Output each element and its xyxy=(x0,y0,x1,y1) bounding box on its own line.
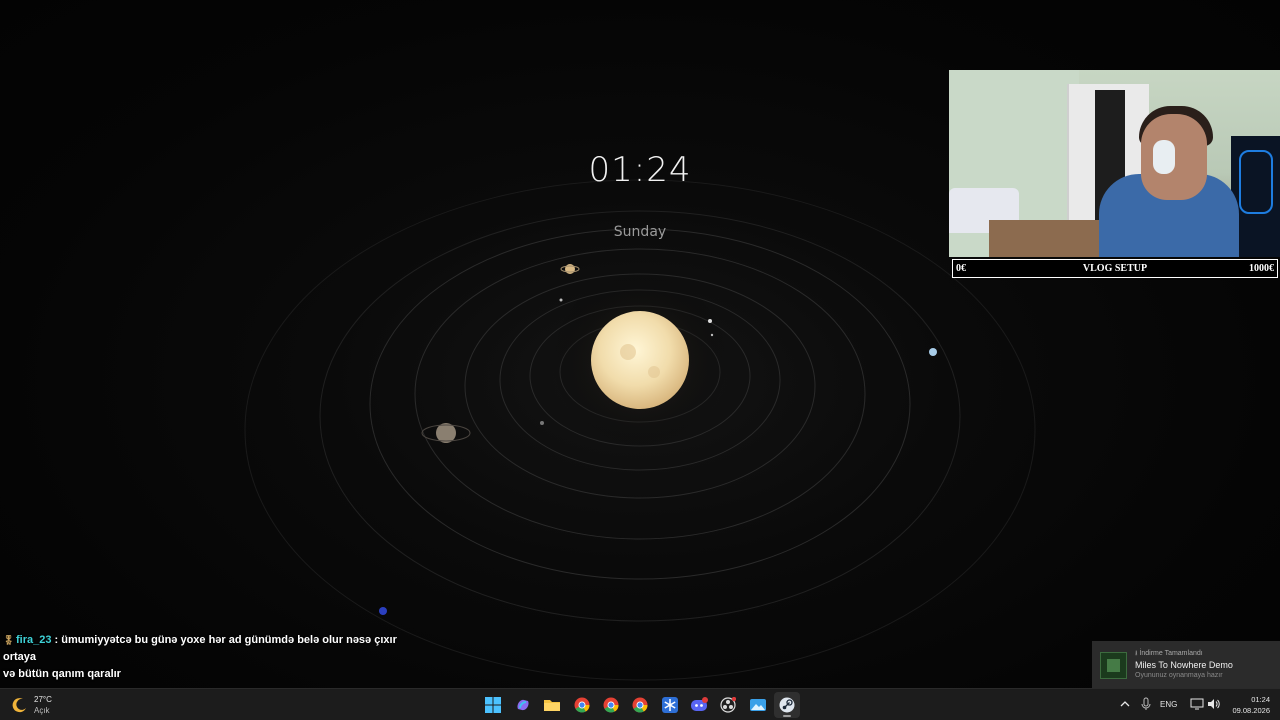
webcam-feed xyxy=(949,70,1280,257)
chrome-icon xyxy=(632,697,648,713)
sun-spot xyxy=(648,366,660,378)
weather-temp: 27°C xyxy=(34,695,52,704)
chat-badge-icon: 🎖 xyxy=(3,635,15,645)
volume-icon[interactable] xyxy=(1207,697,1221,711)
planet-small xyxy=(559,298,563,302)
chrome-icon xyxy=(603,697,619,713)
copilot-icon xyxy=(517,699,529,711)
system-clock[interactable]: 01:24 09.08.2026 xyxy=(1226,694,1270,716)
sun xyxy=(591,311,689,409)
planet-moon xyxy=(708,319,712,323)
game-thumbnail xyxy=(1100,652,1127,679)
chat-username: fira_23 xyxy=(16,634,52,646)
planet-ringed xyxy=(436,423,456,443)
system-time: 01:24 xyxy=(1251,695,1270,704)
chrome-button-1[interactable] xyxy=(569,692,595,718)
steam-icon xyxy=(779,697,795,713)
moon-icon xyxy=(12,698,26,713)
active-indicator xyxy=(783,715,791,717)
webcam-desk xyxy=(989,220,1109,257)
file-explorer-icon xyxy=(544,700,560,711)
notification-title: Miles To Nowhere Demo xyxy=(1135,660,1233,670)
chrome-icon xyxy=(574,697,590,713)
photos-icon xyxy=(750,699,766,711)
discord-icon xyxy=(691,697,708,711)
chat-overlay: 🎖 fira_23 : ümumiyyətcə bu günə yoxe hər … xyxy=(3,632,423,683)
desktop-wallpaper: 01:24 Sunday 0€ VLOG SETUP 1000€ 🎖 fira_2… xyxy=(0,0,1280,688)
clock-day: Sunday xyxy=(613,224,667,240)
snowflake-app-icon xyxy=(662,697,678,713)
notification-header: ⭳ İndirme Tamamlandı xyxy=(1135,650,1203,657)
goal-title: VLOG SETUP xyxy=(1082,263,1148,274)
sun-spot xyxy=(620,344,636,360)
discord-button[interactable] xyxy=(686,692,712,718)
chrome-button-3[interactable] xyxy=(627,692,653,718)
windows-start-icon xyxy=(485,697,501,713)
clock-time: 01:24 xyxy=(588,150,692,190)
chat-text-line2: və bütün qanım qaralır xyxy=(3,668,121,680)
chat-message: 🎖 fira_23 : ümumiyyətcə bu günə yoxe hər … xyxy=(3,632,423,666)
chrome-button-2[interactable] xyxy=(598,692,624,718)
language-indicator[interactable]: ENG xyxy=(1160,700,1177,709)
goal-target-label: 1000€ xyxy=(1249,263,1274,274)
microphone-icon[interactable] xyxy=(1140,697,1152,711)
planet-uranus xyxy=(929,348,937,356)
planet-mercury xyxy=(540,421,544,425)
chat-text-line1: ümumiyyətcə bu günə yoxe hər ad günümdə … xyxy=(3,634,397,663)
download-notification[interactable]: ⭳ İndirme Tamamlandı Miles To Nowhere De… xyxy=(1092,641,1280,688)
taskbar: 27°C Açık ENG 01:24 09.08.2026 xyxy=(0,688,1280,720)
vlog-setup-goal-bar: 0€ VLOG SETUP 1000€ xyxy=(952,259,1278,278)
copilot-button[interactable] xyxy=(510,692,536,718)
snowflake-app-button[interactable] xyxy=(657,692,683,718)
obs-icon xyxy=(720,697,736,713)
weather-condition: Açık xyxy=(34,706,50,715)
obs-button[interactable] xyxy=(715,692,741,718)
chat-separator: : xyxy=(51,634,62,646)
webcam-pc-lights xyxy=(1239,150,1273,214)
chevron-up-icon[interactable] xyxy=(1118,697,1132,711)
photos-button[interactable] xyxy=(745,692,771,718)
planet-neptune xyxy=(379,607,387,615)
notification-subtitle: Oyununuz oynanmaya hazır xyxy=(1135,672,1223,679)
planet-moon xyxy=(710,333,714,337)
network-icon[interactable] xyxy=(1190,697,1204,711)
headset-icon xyxy=(1153,140,1175,174)
steam-button[interactable] xyxy=(774,692,800,718)
windows-start-button[interactable] xyxy=(480,692,506,718)
file-explorer-button[interactable] xyxy=(539,692,565,718)
system-date: 09.08.2026 xyxy=(1232,706,1270,715)
